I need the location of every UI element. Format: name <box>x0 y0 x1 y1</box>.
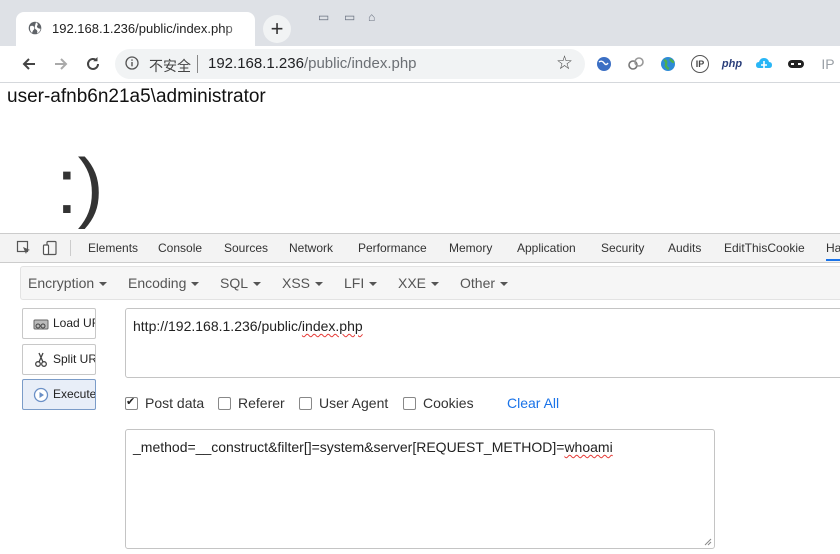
caret-down-icon <box>253 282 262 287</box>
tab-audits[interactable]: Audits <box>668 241 701 255</box>
ip-gray-ext-icon[interactable]: IP <box>818 54 838 74</box>
smiley-text: :) <box>56 142 104 230</box>
referer-label: Referer <box>238 395 285 411</box>
load-url-icon <box>33 319 49 330</box>
menu-encoding[interactable]: Encoding <box>128 275 200 291</box>
tab-network[interactable]: Network <box>289 241 333 255</box>
info-icon <box>125 56 139 70</box>
element-picker-icon[interactable] <box>16 240 32 256</box>
menu-encryption[interactable]: Encryption <box>28 275 108 291</box>
globe-ext-icon[interactable] <box>594 54 614 74</box>
tab-title: 192.168.1.236/public/index.php <box>52 21 233 36</box>
scissors-icon <box>35 352 47 367</box>
caret-down-icon <box>99 282 108 287</box>
back-button[interactable] <box>18 53 40 75</box>
security-label: 不安全 <box>149 58 191 74</box>
menu-sql[interactable]: SQL <box>220 275 262 291</box>
new-tab-button[interactable]: + <box>263 15 291 43</box>
tab-application[interactable]: Application <box>517 241 576 255</box>
page-viewport: user-afnb6n21a5\administrator :) <box>0 83 840 233</box>
tab-hackbar[interactable]: Ha <box>826 241 840 261</box>
referer-checkbox[interactable] <box>218 397 231 410</box>
tab-console[interactable]: Console <box>158 241 202 255</box>
devtools-divider <box>70 240 71 256</box>
tab-editthiscookie[interactable]: EditThisCookie <box>724 241 805 255</box>
php-ext-icon[interactable]: php <box>722 54 742 74</box>
hackbar-menu-bar: Encryption Encoding SQL XSS LFI XXE Othe… <box>20 266 840 300</box>
caret-down-icon <box>369 282 378 287</box>
user-agent-label: User Agent <box>319 395 389 411</box>
play-icon <box>33 387 49 403</box>
execute-button[interactable]: Execute <box>22 379 96 410</box>
device-toggle-icon[interactable] <box>42 240 58 256</box>
tab-security[interactable]: Security <box>601 241 644 255</box>
ip-ext-icon[interactable]: IP <box>690 54 710 74</box>
globe-favicon-icon <box>28 21 42 35</box>
load-url-button[interactable]: Load URL <box>22 308 96 339</box>
execute-label: Execute <box>53 387 96 401</box>
user-agent-checkbox[interactable] <box>299 397 312 410</box>
tab-title-fade <box>225 18 251 40</box>
menu-other[interactable]: Other <box>460 275 509 291</box>
mask-ext-icon[interactable] <box>786 54 806 74</box>
tab-memory[interactable]: Memory <box>449 241 492 255</box>
reload-button[interactable] <box>82 53 104 75</box>
cloud-ext-icon[interactable] <box>754 54 774 74</box>
reload-icon <box>87 57 99 70</box>
caret-down-icon <box>315 282 324 287</box>
devtools-panel: Elements Console Sources Network Perform… <box>0 233 840 554</box>
address-separator <box>197 55 198 73</box>
plus-icon: + <box>270 16 284 41</box>
cookies-label: Cookies <box>423 395 474 411</box>
active-browser-tab[interactable]: 192.168.1.236/public/index.php <box>16 12 255 46</box>
caret-down-icon <box>500 282 509 287</box>
command-output: user-afnb6n21a5\administrator <box>7 86 266 107</box>
link-ext-icon[interactable] <box>626 54 646 74</box>
tab-strip: ▭ ▭ ⌂ 192.168.1.236/public/index.php + <box>0 0 840 46</box>
clear-all-link[interactable]: Clear All <box>507 395 559 411</box>
arrow-left-icon <box>22 58 35 70</box>
bookmark-star-icon[interactable]: ☆ <box>556 52 573 75</box>
address-bar[interactable]: 不安全 192.168.1.236/public/index.php ☆ <box>115 49 585 79</box>
url-textarea[interactable]: http://192.168.1.236/public/index.php <box>125 308 840 378</box>
tab-performance[interactable]: Performance <box>358 241 427 255</box>
split-url-button[interactable]: Split URL <box>22 344 96 375</box>
menu-lfi[interactable]: LFI <box>344 275 378 291</box>
post-data-label: Post data <box>145 395 205 411</box>
caret-down-icon <box>431 282 440 287</box>
menu-xxe[interactable]: XXE <box>398 275 440 291</box>
cookies-checkbox[interactable] <box>403 397 416 410</box>
url-path: /public/index.php <box>303 55 417 72</box>
post-data-textarea[interactable]: _method=__construct&filter[]=system&serv… <box>125 429 715 549</box>
arrow-right-icon <box>55 58 68 70</box>
post-data-checkbox[interactable] <box>125 395 138 410</box>
browser-toolbar: 不安全 192.168.1.236/public/index.php ☆ IP … <box>0 46 840 83</box>
earth-ext-icon[interactable] <box>658 54 678 74</box>
resize-grip-icon[interactable] <box>704 538 712 546</box>
address-url: 192.168.1.236/public/index.php <box>208 55 417 72</box>
menu-xss[interactable]: XSS <box>282 275 324 291</box>
caret-down-icon <box>191 282 200 287</box>
post-body-text: _method=__construct&filter[]=system&serv… <box>133 439 613 455</box>
background-window-ghost: ▭ ▭ ⌂ <box>318 10 376 24</box>
url-host: 192.168.1.236 <box>208 55 304 72</box>
devtools-tab-bar: Elements Console Sources Network Perform… <box>0 233 840 263</box>
split-url-label: Split URL <box>53 352 95 366</box>
tab-elements[interactable]: Elements <box>88 241 138 255</box>
load-url-label: Load URL <box>53 316 95 330</box>
url-text: http://192.168.1.236/public/index.php <box>133 318 363 334</box>
tab-sources[interactable]: Sources <box>224 241 268 255</box>
forward-button[interactable] <box>50 53 72 75</box>
